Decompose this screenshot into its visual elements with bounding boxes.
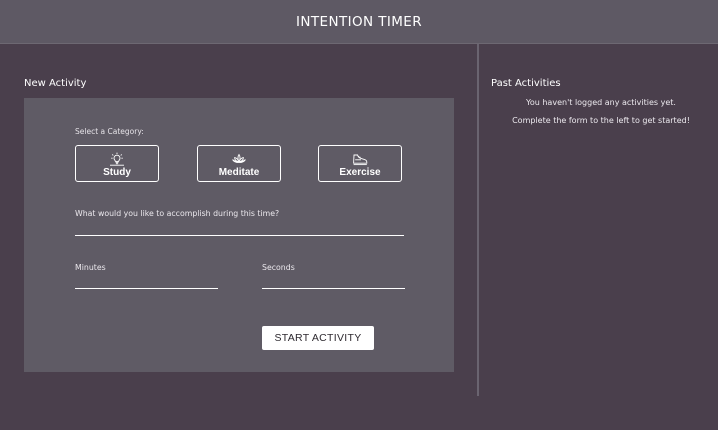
app-header: INTENTION TIMER [0, 0, 718, 44]
empty-state-hint: Complete the form to the left to get sta… [512, 116, 690, 125]
minutes-label: Minutes [75, 263, 106, 272]
new-activity-form: Select a Category: Study Meditate Exerci… [24, 98, 454, 372]
category-label: Select a Category: [75, 127, 144, 136]
lotus-icon [232, 153, 246, 164]
seconds-input[interactable] [262, 275, 405, 289]
exercise-category-button[interactable]: Exercise [318, 145, 402, 182]
column-divider [477, 44, 479, 396]
start-activity-button[interactable]: START ACTIVITY [262, 326, 374, 350]
description-input[interactable] [75, 222, 404, 236]
seconds-label: Seconds [262, 263, 295, 272]
new-activity-title: New Activity [24, 78, 87, 89]
app-title: INTENTION TIMER [296, 13, 422, 30]
meditate-label: Meditate [218, 167, 260, 178]
description-label: What would you like to accomplish during… [75, 209, 280, 218]
study-label: Study [103, 167, 131, 178]
meditate-category-button[interactable]: Meditate [197, 145, 281, 182]
study-category-button[interactable]: Study [75, 145, 159, 182]
exercise-label: Exercise [339, 167, 381, 178]
past-activities-title: Past Activities [491, 78, 561, 89]
minutes-input[interactable] [75, 275, 218, 289]
empty-state-message: You haven't logged any activities yet. [526, 98, 676, 107]
lightbulb-icon [110, 152, 124, 166]
shoe-icon [353, 154, 368, 166]
